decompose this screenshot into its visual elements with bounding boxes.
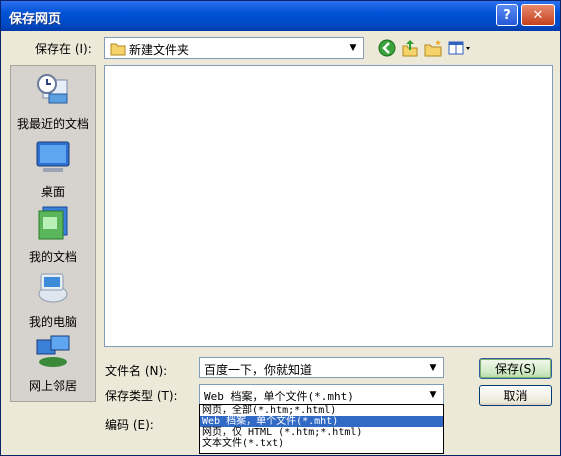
place-desktop[interactable]: 桌面 [11, 140, 95, 200]
filename-label: 文件名 (N): [105, 364, 168, 378]
place-label: 桌面 [40, 185, 65, 199]
chevron-down-icon[interactable]: ▼ [425, 360, 441, 376]
recent-documents-icon [37, 74, 68, 104]
help-button[interactable]: ? [496, 4, 518, 26]
save-in-value: 新建文件夹 [129, 43, 190, 57]
close-button[interactable]: ✕ [521, 4, 555, 26]
filetype-value: Web 档案，单个文件(*.mht) [204, 390, 354, 403]
view-menu-icon[interactable] [447, 38, 473, 58]
back-icon[interactable] [377, 38, 397, 58]
my-computer-icon [38, 273, 68, 303]
cancel-button[interactable]: 取消 [479, 385, 552, 406]
filetype-select[interactable]: Web 档案，单个文件(*.mht) ▼ [199, 384, 444, 405]
up-folder-icon[interactable] [400, 38, 420, 58]
save-button[interactable]: 保存(S) [479, 358, 552, 379]
new-folder-icon[interactable] [423, 38, 443, 58]
place-my-documents[interactable]: 我的文档 [11, 205, 95, 265]
desktop-icon [36, 141, 70, 172]
encoding-label: 编码 (E): [105, 418, 154, 432]
place-label: 我最近的文档 [16, 117, 89, 131]
window-title: 保存网页 [9, 12, 62, 27]
chevron-down-icon[interactable]: ▼ [425, 387, 441, 403]
place-label: 我的电脑 [28, 315, 77, 329]
places-bar: 我最近的文档 桌面 我的文档 我的电脑 网上邻居 [10, 65, 96, 402]
dropdown-option[interactable]: 文本文件(*.txt) [200, 438, 443, 449]
place-recent-documents[interactable]: 我最近的文档 [11, 72, 95, 132]
save-in-combo[interactable]: 新建文件夹 ▼ [104, 37, 364, 59]
dropdown-option-selected[interactable]: Web 档案，单个文件(*.mht) [200, 416, 443, 427]
place-label: 我的文档 [28, 250, 77, 264]
folder-icon [110, 43, 126, 56]
file-list[interactable] [104, 65, 553, 347]
filename-value: 百度一下，你就知道 [204, 363, 313, 377]
place-label: 网上邻居 [28, 379, 77, 393]
my-documents-icon [38, 206, 68, 240]
place-network[interactable]: 网上邻居 [11, 334, 95, 394]
filename-input[interactable]: 百度一下，你就知道 ▼ [199, 357, 444, 378]
title-bar[interactable]: 保存网页 ? ✕ [1, 1, 560, 31]
save-in-label: 保存在 (I): [35, 42, 92, 56]
network-places-icon [36, 335, 70, 367]
dropdown-option[interactable]: 网页，全部(*.htm;*.html) [200, 405, 443, 416]
place-my-computer[interactable]: 我的电脑 [11, 270, 95, 330]
chevron-down-icon[interactable]: ▼ [345, 40, 361, 56]
save-webpage-dialog: 保存网页 ? ✕ 保存在 (I): 新建文件夹 ▼ 我最近的文档 桌面 我的文档… [0, 0, 561, 456]
filetype-label: 保存类型 (T): [105, 389, 178, 403]
filetype-dropdown-list: 网页，全部(*.htm;*.html) Web 档案，单个文件(*.mht) 网… [199, 404, 444, 454]
dropdown-option[interactable]: 网页，仅 HTML (*.htm;*.html) [200, 427, 443, 438]
